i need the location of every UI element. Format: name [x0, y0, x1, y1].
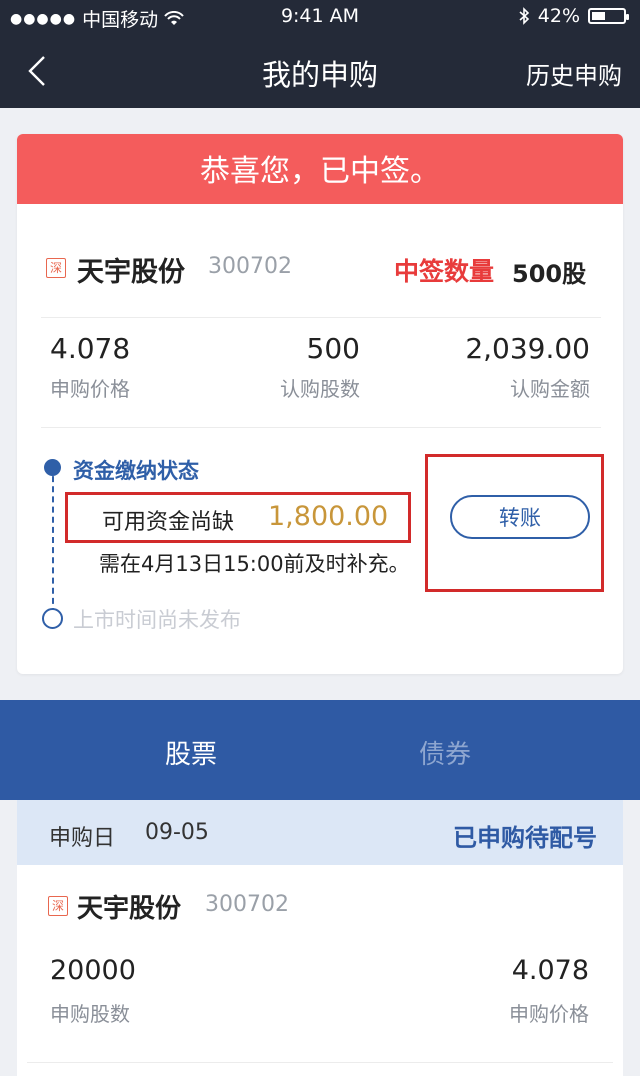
divider — [41, 317, 601, 318]
stat-shares: 500 认购股数 — [280, 332, 360, 402]
subscription-date: 09-05 — [145, 820, 209, 845]
timeline-active-dot-icon — [44, 459, 61, 476]
listing-time-status: 上市时间尚未发布 — [73, 608, 241, 632]
subscription-list-item[interactable]: 申购日 09-05 已申购待配号 深 天宇股份 300702 20000 申购股… — [17, 800, 623, 1076]
subscription-date-label: 申购日 — [49, 826, 116, 851]
status-bar: ●●●●● 中国移动 9:41 AM 42% — [0, 0, 640, 34]
tab-bonds[interactable]: 债券 — [419, 734, 471, 771]
tab-stocks[interactable]: 股票 — [165, 734, 217, 771]
stock-code: 300702 — [205, 892, 289, 917]
stat-amount-label: 认购金额 — [510, 377, 590, 401]
battery-percent: 42% — [537, 5, 580, 27]
stat-amount: 2,039.00 认购金额 — [465, 332, 590, 402]
payment-deadline-text: 需在4月13日15:00前及时补充。 — [99, 552, 410, 576]
stat-amount-value: 2,039.00 — [465, 332, 590, 365]
stock-name: 天宇股份 — [77, 894, 182, 924]
market-badge: 深 — [48, 896, 68, 916]
list-item-header: 申购日 09-05 已申购待配号 — [17, 800, 623, 865]
stock-name: 天宇股份 — [77, 257, 185, 288]
divider — [27, 1062, 613, 1063]
timeline-pending-dot-icon — [42, 608, 63, 629]
nav-bar: 我的申购 历史申购 — [0, 34, 640, 108]
subscription-status: 已申购待配号 — [453, 824, 597, 852]
battery-fill — [592, 12, 605, 20]
history-subscriptions-link[interactable]: 历史申购 — [526, 56, 622, 91]
stock-code: 300702 — [208, 254, 292, 279]
top-bar: ●●●●● 中国移动 9:41 AM 42% 我的申购 历史申购 — [0, 0, 640, 108]
stock-row: 深 天宇股份 300702 中签数量 500股 — [17, 204, 623, 316]
status-bar-right: 42% — [518, 5, 629, 27]
subscription-stats: 4.078 申购价格 500 认购股数 2,039.00 认购金额 — [50, 332, 590, 416]
subscription-price-label: 申购价格 — [509, 1002, 589, 1026]
subscribed-shares-value: 20000 — [50, 955, 136, 986]
subscription-price-value: 4.078 — [511, 955, 589, 986]
fund-shortfall-highlight: 可用资金尚缺 1,800.00 — [65, 492, 411, 543]
stat-shares-label: 认购股数 — [280, 377, 360, 401]
battery-icon — [588, 8, 629, 24]
allotted-quantity-label: 中签数量 — [394, 257, 495, 286]
payment-status-title: 资金缴纳状态 — [73, 459, 199, 483]
allotment-result-card: 恭喜您，已中签。 深 天宇股份 300702 中签数量 500股 4.078 申… — [17, 134, 623, 674]
fund-shortfall-label: 可用资金尚缺 — [102, 510, 235, 535]
security-type-tabs: 股票 债券 — [0, 700, 640, 800]
bluetooth-icon — [519, 7, 529, 25]
market-badge: 深 — [46, 258, 66, 278]
transfer-button[interactable]: 转账 — [450, 495, 590, 539]
stat-price-label: 申购价格 — [50, 377, 130, 401]
stat-shares-value: 500 — [306, 332, 360, 365]
subscribed-shares-label: 申购股数 — [50, 1002, 130, 1026]
divider — [41, 427, 601, 428]
stat-price: 4.078 申购价格 — [50, 332, 130, 402]
transfer-highlight: 转账 — [425, 454, 604, 592]
timeline-connector — [52, 466, 54, 614]
allotted-quantity-value: 500股 — [512, 260, 587, 288]
congrats-banner: 恭喜您，已中签。 — [17, 134, 623, 204]
fund-shortfall-amount: 1,800.00 — [268, 501, 389, 532]
stat-price-value: 4.078 — [50, 332, 131, 365]
